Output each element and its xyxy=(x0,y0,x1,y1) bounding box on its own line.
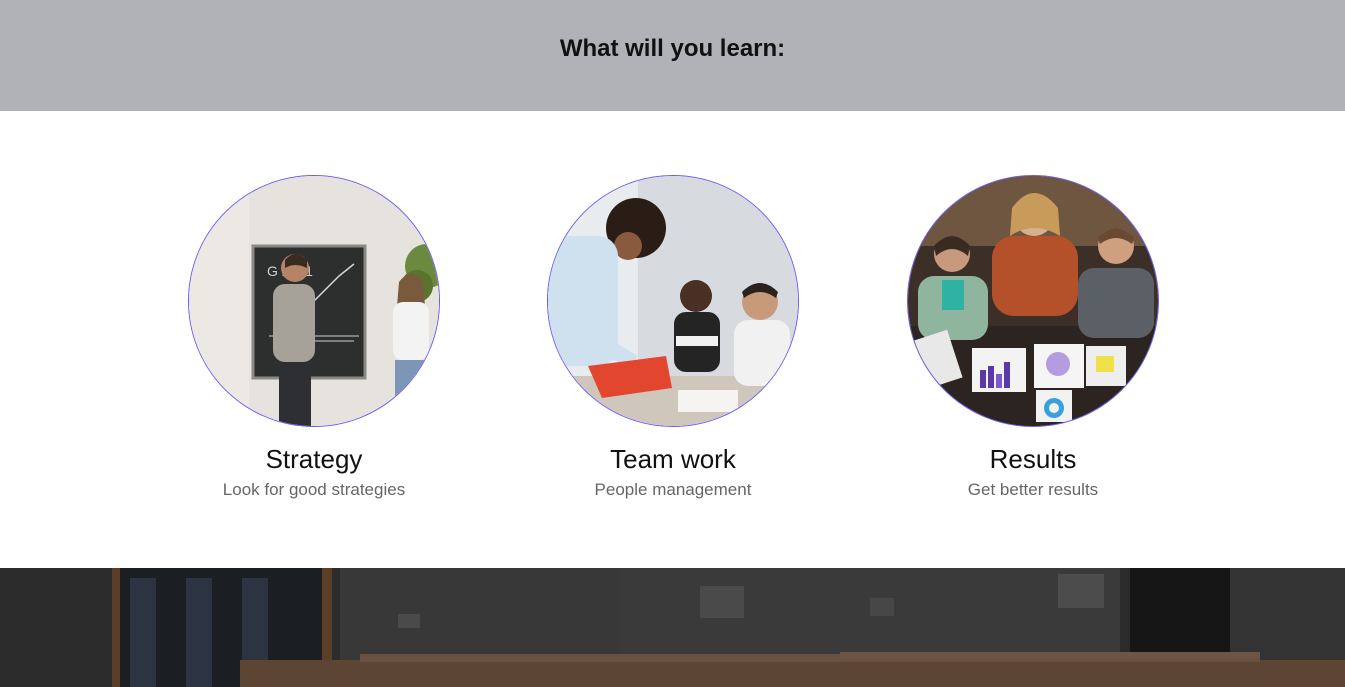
card-subtitle-team-work: People management xyxy=(594,480,752,499)
card-results: Results Get better results xyxy=(883,175,1183,501)
card-subtitle-results: Get better results xyxy=(967,480,1099,499)
card-team-work: Team work People management xyxy=(523,175,823,501)
card-subtitle-strategy: Look for good strategies xyxy=(222,480,406,499)
team-work-photo xyxy=(547,175,799,427)
strategy-photo: G 2021 xyxy=(188,175,440,427)
card-title-team-work: Team work xyxy=(610,444,736,474)
results-photo xyxy=(907,175,1159,427)
lecture-hall-background xyxy=(0,568,1345,687)
card-title-strategy: Strategy xyxy=(265,444,363,474)
section-title: What will you learn: xyxy=(559,34,786,62)
card-title-results: Results xyxy=(989,444,1077,474)
learn-cards-section: G 2021 Strategy Look for good strategies xyxy=(0,111,1345,568)
card-strategy: G 2021 Strategy Look for good strategies xyxy=(164,175,464,501)
section-header: What will you learn: xyxy=(0,0,1345,111)
